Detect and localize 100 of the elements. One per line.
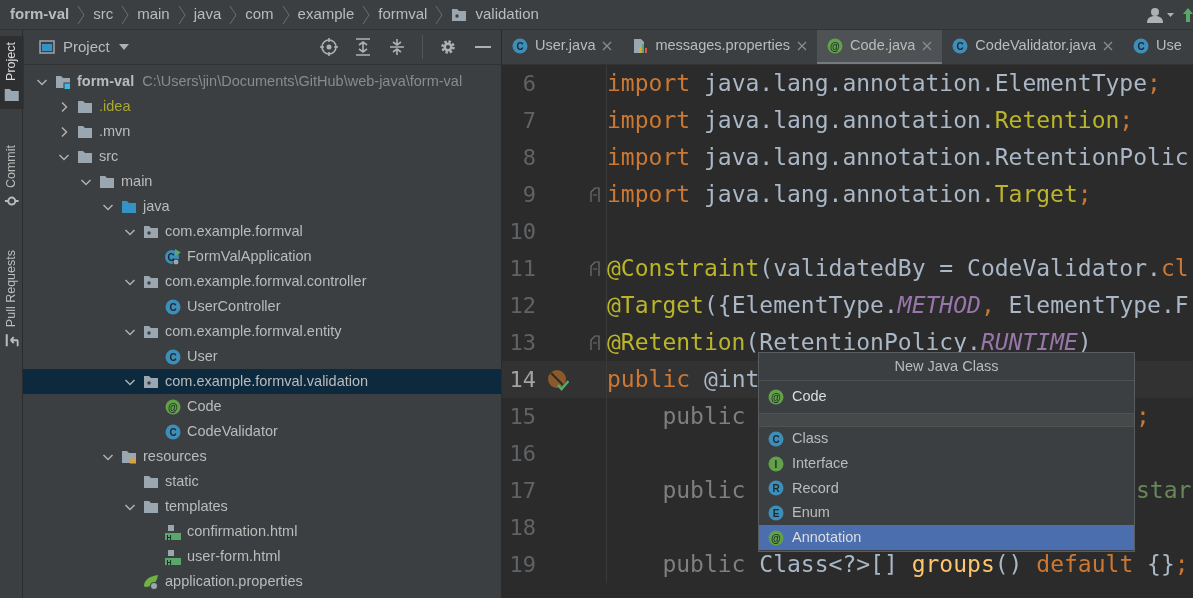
- fold-icon[interactable]: [590, 334, 600, 351]
- popup-option[interactable]: C Class: [759, 427, 1134, 452]
- separator-icon: [77, 4, 86, 25]
- tree-row[interactable]: com.example.formval.controller: [23, 269, 501, 294]
- tree-row[interactable]: com.example.formval.entity: [23, 319, 501, 344]
- expand-all-icon[interactable]: [354, 38, 372, 56]
- close-icon[interactable]: [602, 41, 613, 51]
- crosshair-icon[interactable]: [320, 38, 338, 56]
- pull-request-icon: [4, 333, 18, 348]
- tree-row[interactable]: C User: [23, 344, 501, 369]
- package-icon[interactable]: [451, 6, 468, 23]
- package-icon: [143, 223, 159, 240]
- line-number: 15: [508, 403, 536, 431]
- tree-row[interactable]: form-val C:\Users\jin\Documents\GitHub\web-java\form-val: [23, 69, 501, 94]
- breadcrumb-item[interactable]: java: [193, 3, 222, 26]
- close-icon[interactable]: [797, 41, 808, 51]
- tree-label: application.properties: [165, 571, 303, 591]
- line-number: 16: [508, 440, 536, 468]
- line-number: 9: [521, 181, 536, 209]
- folder-icon: [77, 98, 93, 115]
- file-tab[interactable]: messages.properties: [622, 30, 818, 64]
- annotation-icon: @: [165, 398, 181, 415]
- tree-row[interactable]: C CodeValidator: [23, 419, 501, 444]
- breadcrumb-item[interactable]: src: [93, 3, 114, 26]
- tree-row[interactable]: C FormValApplication: [23, 244, 501, 269]
- code-text: ;: [1136, 402, 1150, 432]
- run-class-icon: C: [165, 248, 181, 265]
- line-number: 12: [508, 292, 536, 320]
- tree-label: com.example.formval: [165, 221, 303, 241]
- tree-label: FormValApplication: [187, 246, 312, 266]
- code-line: import java.lang.annotation.ElementType;: [607, 69, 1161, 99]
- caret-icon[interactable]: [117, 43, 130, 51]
- folder-icon: [143, 498, 159, 515]
- file-tab[interactable]: C CodeValidator.java: [942, 30, 1123, 64]
- folder-icon: [99, 173, 115, 190]
- code-line: import java.lang.annotation.RetentionPolic: [607, 143, 1189, 173]
- breadcrumb-item[interactable]: formval: [378, 3, 428, 26]
- tree-label: confirmation.html: [187, 521, 298, 541]
- side-tab[interactable]: Pull Requests: [0, 243, 24, 354]
- tree-label: java: [143, 196, 170, 216]
- interface-icon: I: [768, 455, 784, 472]
- tree-row[interactable]: static: [23, 469, 501, 494]
- tree-row[interactable]: .idea: [23, 94, 501, 119]
- popup-option[interactable]: @ Annotation: [759, 525, 1134, 550]
- popup-option[interactable]: E Enum: [759, 500, 1134, 526]
- code-line: public @int: [607, 365, 760, 395]
- tree-row[interactable]: main: [23, 169, 501, 194]
- class-icon: C: [512, 38, 528, 54]
- fold-icon[interactable]: [590, 260, 600, 277]
- breadcrumb-item[interactable]: example: [297, 3, 355, 26]
- tree-label: src: [99, 146, 119, 166]
- breadcrumb-item[interactable]: main: [137, 3, 170, 26]
- tree-label: UserController: [187, 296, 281, 316]
- resources-folder-icon: [121, 448, 137, 465]
- fold-icon[interactable]: [590, 186, 600, 203]
- tree-row[interactable]: src: [23, 144, 501, 169]
- close-icon[interactable]: [1103, 41, 1113, 51]
- line-number: 6: [521, 70, 536, 98]
- tree-row[interactable]: @ Code: [23, 394, 501, 419]
- name-field[interactable]: Code: [792, 386, 1092, 408]
- tree-row[interactable]: .mvn: [23, 119, 501, 144]
- annotation-icon: @: [768, 529, 784, 546]
- code-line: @Retention(RetentionPolicy.RUNTIME): [607, 328, 1092, 358]
- breadcrumb-item[interactable]: com: [245, 3, 274, 26]
- folder-icon: [3, 86, 19, 103]
- tree-row[interactable]: java: [23, 194, 501, 219]
- side-tab[interactable]: Commit: [0, 138, 24, 214]
- side-tab[interactable]: Project: [0, 36, 24, 109]
- folder-icon: [77, 148, 93, 165]
- tree-row[interactable]: com.example.formval: [23, 219, 501, 244]
- tree-row[interactable]: application.properties: [23, 569, 501, 594]
- file-tab[interactable]: C Use: [1123, 30, 1192, 64]
- collapse-all-icon[interactable]: [388, 38, 406, 56]
- file-tab[interactable]: C User.java: [502, 30, 623, 64]
- popup-option[interactable]: I Interface: [759, 451, 1134, 477]
- annotation-icon: @: [768, 389, 784, 405]
- account-icon[interactable]: [1147, 6, 1175, 23]
- folder-icon: [121, 198, 137, 215]
- breadcrumb-item[interactable]: validation: [475, 3, 539, 26]
- file-tab[interactable]: @ Code.java: [817, 30, 943, 64]
- breadcrumb-item[interactable]: form-val: [10, 3, 70, 26]
- tree-label: Code: [187, 396, 222, 416]
- tree-row[interactable]: templates: [23, 494, 501, 519]
- tree-row[interactable]: com.example.formval.validation: [23, 369, 501, 394]
- implementation-icon[interactable]: [547, 368, 569, 391]
- update-icon[interactable]: [1183, 6, 1193, 23]
- code-line: @Target({ElementType.METHOD, ElementType.F: [607, 291, 1189, 321]
- line-number: 19: [508, 551, 536, 579]
- tree-row[interactable]: resources: [23, 444, 501, 469]
- class-icon: C: [165, 348, 181, 365]
- popup-option[interactable]: R Record: [759, 476, 1134, 501]
- line-number: 10: [508, 218, 536, 246]
- project-icon: [39, 39, 55, 55]
- panel-title[interactable]: Project: [63, 35, 110, 59]
- close-icon[interactable]: [922, 41, 933, 51]
- settings-icon[interactable]: [439, 38, 457, 56]
- tree-row[interactable]: C UserController: [23, 294, 501, 319]
- tree-label: static: [165, 471, 199, 491]
- separator-icon: [281, 4, 290, 25]
- tree-label: main: [121, 171, 153, 191]
